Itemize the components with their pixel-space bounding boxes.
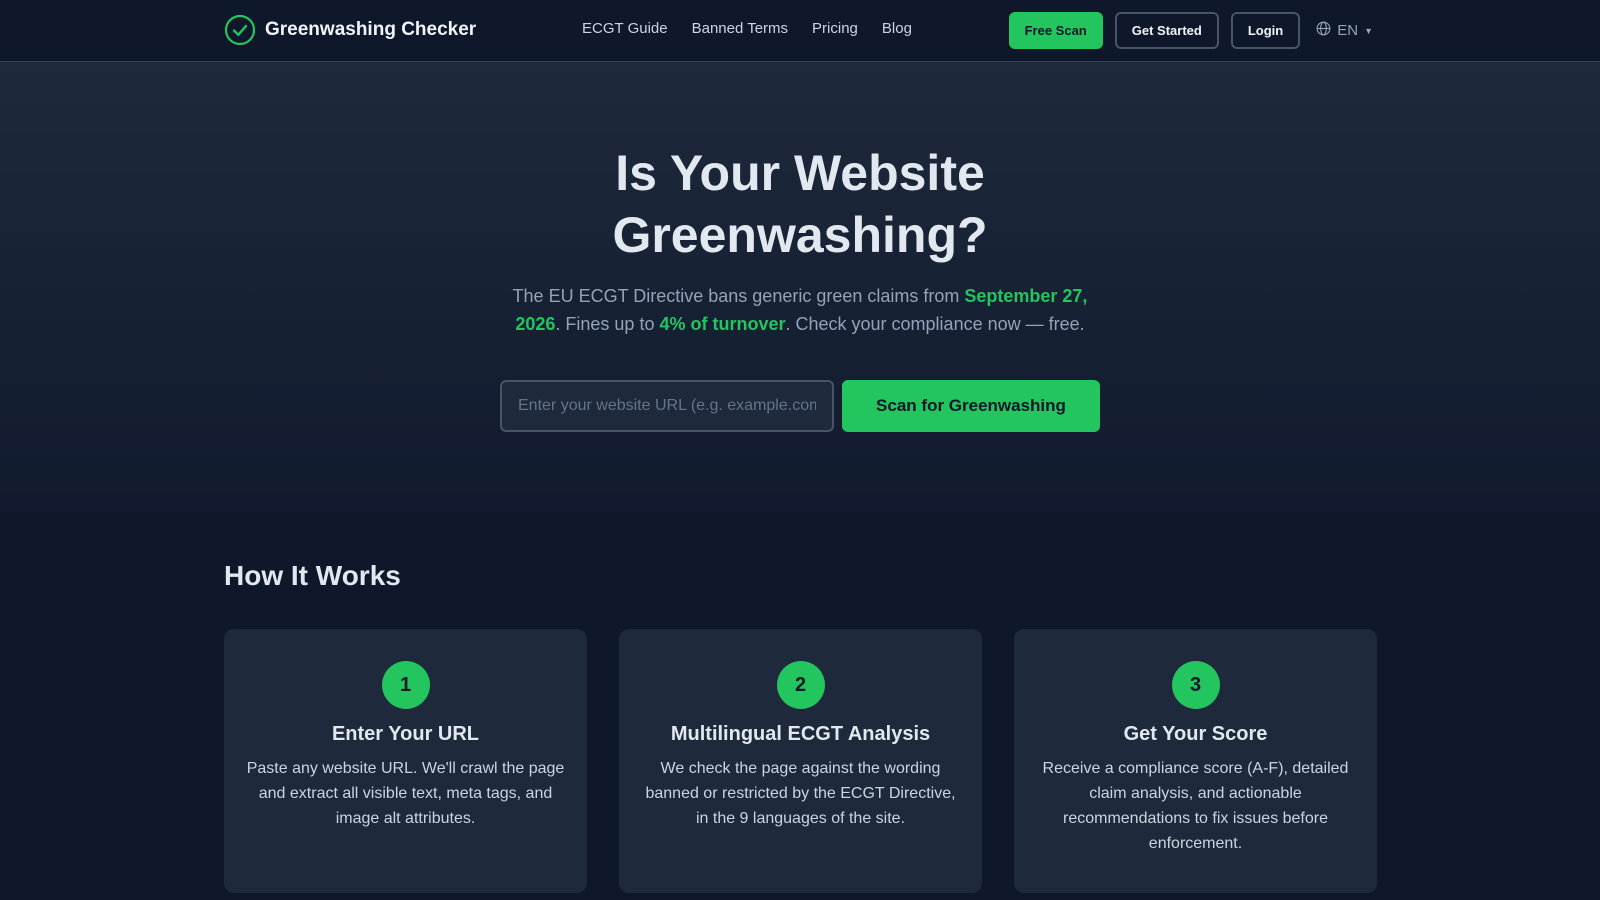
nav-link-pricing[interactable]: Pricing bbox=[812, 20, 858, 37]
step-number-badge: 1 bbox=[381, 661, 430, 709]
step-description: Paste any website URL. We'll crawl the p… bbox=[246, 760, 565, 827]
caret-down-icon: ▼ bbox=[1364, 25, 1373, 36]
check-circle-icon bbox=[224, 14, 256, 46]
hero-sub-text-1: The EU ECGT Directive bans generic green… bbox=[512, 286, 965, 306]
get-started-button[interactable]: Get Started bbox=[1114, 12, 1219, 49]
language-selector[interactable]: EN ▼ bbox=[1316, 21, 1373, 40]
step-card: 2 Multilingual ECGT Analysis We check th… bbox=[619, 629, 982, 893]
how-it-works-heading: How It Works bbox=[224, 560, 401, 591]
nav-links: ECGT Guide Banned Terms Pricing Blog bbox=[582, 20, 936, 37]
hero-section: Is Your Website Greenwashing? The EU ECG… bbox=[0, 62, 1600, 512]
hero-title-line2: Greenwashing? bbox=[612, 207, 988, 263]
hero-title: Is Your Website Greenwashing? bbox=[0, 142, 1600, 266]
globe-icon bbox=[1316, 21, 1337, 40]
hero-subtitle: The EU ECGT Directive bans generic green… bbox=[500, 282, 1100, 338]
top-navbar: Greenwashing Checker ECGT Guide Banned T… bbox=[0, 0, 1600, 62]
free-scan-button[interactable]: Free Scan bbox=[1008, 12, 1103, 49]
step-number-badge: 3 bbox=[1171, 661, 1220, 709]
step-title: Get Your Score bbox=[1123, 723, 1268, 745]
brand-logo-link[interactable]: Greenwashing Checker bbox=[224, 13, 476, 47]
hero-title-line1: Is Your Website bbox=[615, 145, 985, 201]
nav-link-ecgt-guide[interactable]: ECGT Guide bbox=[582, 20, 668, 37]
brand-name: Greenwashing Checker bbox=[265, 19, 477, 40]
step-number-badge: 2 bbox=[776, 661, 825, 709]
language-label: EN bbox=[1337, 22, 1359, 39]
step-description: We check the page against the wording ba… bbox=[645, 760, 956, 827]
fine-amount: 4% of turnover bbox=[659, 314, 786, 334]
hero-sub-text-2: . Fines up to bbox=[555, 314, 660, 334]
nav-actions: Free Scan Get Started Login EN ▼ bbox=[1008, 12, 1373, 49]
step-title: Enter Your URL bbox=[331, 723, 480, 745]
step-card: 3 Get Your Score Receive a compliance sc… bbox=[1014, 629, 1377, 893]
step-title: Multilingual ECGT Analysis bbox=[670, 723, 931, 745]
url-input[interactable] bbox=[500, 380, 834, 432]
login-button[interactable]: Login bbox=[1230, 12, 1301, 49]
hero-sub-text-3: . Check your compliance now — free. bbox=[785, 314, 1085, 334]
steps-cards: 1 Enter Your URL Paste any website URL. … bbox=[224, 629, 1377, 893]
scan-button[interactable]: Scan for Greenwashing bbox=[842, 380, 1100, 432]
nav-link-blog[interactable]: Blog bbox=[882, 20, 912, 37]
scan-form: Scan for Greenwashing bbox=[500, 380, 1100, 432]
step-card: 1 Enter Your URL Paste any website URL. … bbox=[224, 629, 587, 893]
step-description: Receive a compliance score (A-F), detail… bbox=[1042, 760, 1349, 852]
nav-link-banned-terms[interactable]: Banned Terms bbox=[692, 20, 788, 37]
